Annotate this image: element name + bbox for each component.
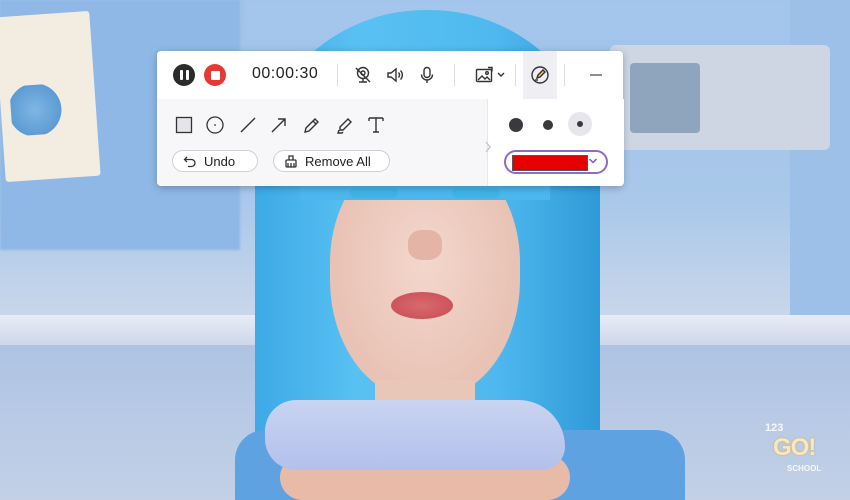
watermark-brand: GO!: [773, 434, 816, 461]
watermark-number: 123: [765, 422, 784, 434]
webcam-off-icon[interactable]: [352, 64, 374, 86]
person-hand: [265, 400, 565, 470]
highlighter-tool-icon[interactable]: [334, 114, 356, 136]
brush-size-large[interactable]: [509, 118, 523, 132]
color-picker-dropdown[interactable]: [504, 150, 608, 174]
collapse-arrow-icon[interactable]: [483, 140, 493, 154]
wall-poster: [0, 10, 101, 183]
microphone-icon[interactable]: [416, 64, 438, 86]
speaker-icon[interactable]: [384, 64, 406, 86]
rectangle-tool-icon[interactable]: [173, 114, 195, 136]
brush-size-medium[interactable]: [543, 120, 553, 130]
undo-button[interactable]: Undo: [172, 150, 258, 172]
remove-all-label: Remove All: [305, 153, 371, 169]
chevron-down-icon: [588, 158, 598, 164]
ellipse-tool-icon[interactable]: [204, 114, 226, 136]
watermark-sub: SCHOOL: [787, 464, 822, 473]
draw-pen-icon: [529, 64, 551, 86]
minimize-icon[interactable]: [585, 64, 607, 86]
screenshot-button[interactable]: [471, 64, 507, 86]
recording-controls-row: 00:00:30: [157, 51, 623, 100]
remove-all-button[interactable]: Remove All: [273, 150, 390, 172]
arrow-tool-icon[interactable]: [268, 114, 290, 136]
divider: [337, 64, 338, 86]
pencil-tool-icon[interactable]: [301, 114, 323, 136]
brush-size-small[interactable]: [577, 121, 583, 127]
color-swatch: [512, 155, 588, 171]
line-tool-icon[interactable]: [237, 114, 259, 136]
recording-timer: 00:00:30: [252, 65, 319, 82]
chevron-down-icon: [497, 72, 504, 77]
screenshot-icon: [475, 66, 493, 83]
eraser-icon: [285, 155, 297, 168]
text-tool-icon[interactable]: [365, 114, 387, 136]
undo-icon: [183, 156, 196, 168]
draw-toggle-button[interactable]: [523, 51, 557, 99]
stop-button[interactable]: [204, 64, 226, 86]
pause-button[interactable]: [173, 64, 195, 86]
divider: [454, 64, 455, 86]
drawing-tools-panel: [157, 99, 487, 186]
channel-watermark-logo: 123 GO! SCHOOL: [765, 420, 831, 478]
undo-label: Undo: [204, 153, 236, 169]
divider: [515, 64, 516, 86]
divider: [564, 64, 565, 86]
